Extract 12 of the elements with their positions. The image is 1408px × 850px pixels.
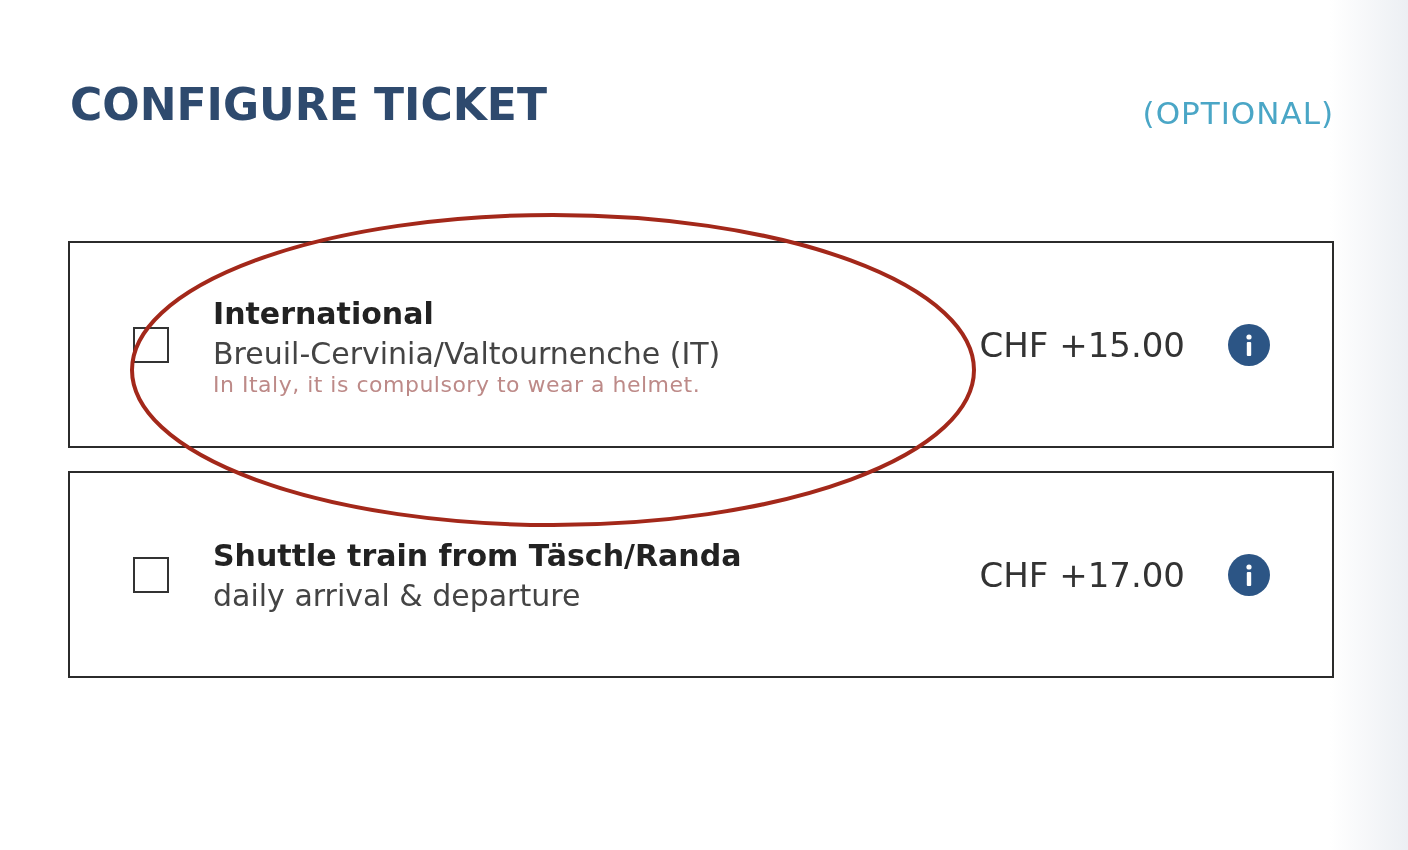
option-title: International xyxy=(213,294,434,333)
option-price: CHF +17.00 xyxy=(979,554,1185,595)
option-note: In Italy, it is compulsory to wear a helmet. xyxy=(213,372,701,397)
info-icon[interactable] xyxy=(1228,553,1270,596)
option-price: CHF +15.00 xyxy=(979,324,1185,365)
option-title: Shuttle train from Täsch/Randa xyxy=(213,536,742,575)
option-subtitle: Breuil-Cervinia/Valtournenche (IT) xyxy=(213,334,721,373)
optional-label: (OPTIONAL) xyxy=(1142,95,1334,131)
checkbox[interactable] xyxy=(133,556,169,593)
option-subtitle: daily arrival & departure xyxy=(213,576,581,615)
info-icon[interactable] xyxy=(1228,323,1270,366)
section-title: CONFIGURE TICKET xyxy=(70,77,547,131)
